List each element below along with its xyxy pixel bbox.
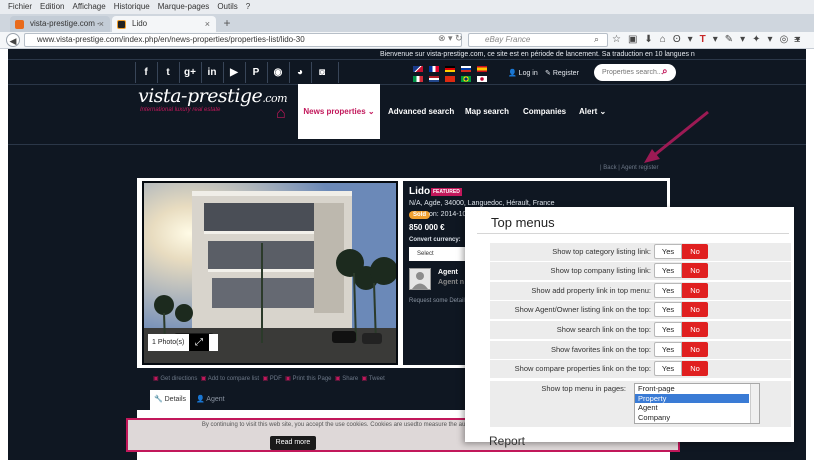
user-icon: 👤 [196,396,205,403]
yes-button[interactable]: Yes [654,302,682,317]
menu-fichier[interactable]: Fichier [8,2,32,11]
browser-nav-bar: ◀ www.vista-prestige.com/index.php/en/ne… [0,32,814,49]
compare-icon: ▣ [200,376,207,382]
request-details-label[interactable]: Request some Detail [409,298,465,304]
setting-row-favorites-link: Show favorites link on the top: Yes No [490,341,791,359]
setting-label: Show top company listing link: [550,266,651,275]
listing-actions: ▣ Get directions ▣ Add to compare list ▣… [153,375,385,382]
top-menus-settings-panel: Top menus Show top category listing link… [465,207,794,448]
tweet-link[interactable]: Tweet [369,376,385,382]
site-favicon-icon [117,20,126,29]
read-more-button[interactable]: Read more [270,436,316,450]
setting-label: Show compare properties link on the top: [514,364,651,373]
get-directions-link[interactable]: Get directions [160,376,197,382]
scrollbar[interactable] [750,384,759,423]
print-link[interactable]: Print this Page [292,376,331,382]
wrench-icon: 🔧 [153,396,163,403]
close-icon[interactable]: × [205,16,210,32]
status-badge: Sold [409,211,430,219]
browser-search-input[interactable]: eBay France [468,33,608,47]
setting-row-compare-link: Show compare properties link on the top:… [490,360,791,378]
yes-button[interactable]: Yes [654,283,682,298]
directions-icon: ▣ [153,376,159,382]
new-tab-button[interactable]: + [220,14,234,32]
setting-label: Show add property link in top menu: [531,286,651,295]
convert-currency-label: Convert currency: [409,237,461,243]
setting-label: Show top category listing link: [552,247,651,256]
pdf-link[interactable]: PDF [270,376,282,382]
user-silhouette-icon [410,269,430,289]
share-icon: ▣ [334,376,341,382]
menu-affichage[interactable]: Affichage [72,2,105,11]
expand-icon[interactable]: ⤢ [189,334,209,351]
pdf-icon: ▣ [262,376,269,382]
hamburger-menu-icon[interactable]: ≡ [794,34,800,46]
property-address: N/A, Agde, 34000, Languedoc, Hérault, Fr… [409,200,555,207]
setting-row-search-link: Show search link on the top: Yes No [490,321,791,339]
toolbar-icons[interactable]: ☆▣⬇⌂ʘ▾T▾✎▾✦▾◎▾ [612,34,807,45]
firefox-icon [15,20,24,29]
url-bar[interactable]: www.vista-prestige.com/index.php/en/news… [24,33,462,47]
menu-help[interactable]: ? [246,2,250,11]
setting-row-category-listing: Show top category listing link: Yes No [490,243,791,261]
browser-tab-bar: vista-prestige.com - Admi... × Lido × [0,14,814,44]
setting-label: Show search link on the top: [556,325,651,334]
tab-lido[interactable]: Lido × [112,16,216,32]
no-button[interactable]: No [682,244,708,259]
menu-edition[interactable]: Edition [40,2,64,11]
no-button[interactable]: No [682,302,708,317]
no-button[interactable]: No [682,322,708,337]
option-agent[interactable]: Agent [635,403,759,413]
yes-button[interactable]: Yes [654,322,682,337]
cookie-text: By continuing to visit this web site, yo… [201,422,498,428]
option-company[interactable]: Company [635,413,759,423]
setting-label: Show Agent/Owner listing link on the top… [514,305,651,314]
pages-multiselect[interactable]: Front-page Property Agent Company [634,383,760,424]
setting-row-add-property: Show add property link in top menu: Yes … [490,282,791,300]
yes-button[interactable]: Yes [654,361,682,376]
share-link[interactable]: Share [342,376,358,382]
back-button[interactable]: ◀ [6,33,20,47]
option-property[interactable]: Property [635,393,749,403]
tab-details[interactable]: 🔧 Details [150,390,190,410]
no-button[interactable]: No [682,361,708,376]
photo-frame: 1 Photo(s) ⤢ [142,181,398,365]
setting-label: Show favorites link on the top: [550,345,651,354]
agent-avatar [409,268,431,290]
tweet-icon: ▣ [361,376,368,382]
search-icon[interactable]: ⌕ [594,34,599,45]
yes-button[interactable]: Yes [654,244,682,259]
agent-label: Agent [438,269,458,276]
annotation-arrow [644,110,709,163]
print-icon: ▣ [285,376,291,382]
menu-outils[interactable]: Outils [217,2,237,11]
no-button[interactable]: No [682,283,708,298]
tab-lido-label: Lido [132,19,148,28]
close-icon[interactable]: × [99,16,104,32]
agent-name[interactable]: Agent n [438,279,464,286]
panel-title: Top menus [491,215,555,230]
no-button[interactable]: No [682,342,708,357]
yes-button[interactable]: Yes [654,263,682,278]
setting-row-pages: Show top menu in pages: Front-page Prope… [490,381,791,427]
menu-marque-pages[interactable]: Marque-pages [158,2,210,11]
property-title: Lido [409,186,431,197]
next-section-title: Report [489,434,526,448]
add-compare-link[interactable]: Add to compare list [208,376,259,382]
tab-admin[interactable]: vista-prestige.com - Admi... × [10,16,110,44]
setting-label: Show top menu in pages: [541,384,626,393]
menu-historique[interactable]: Historique [114,2,150,11]
setting-row-company-listing: Show top company listing link: Yes No [490,262,791,280]
featured-badge: FEATURED [431,188,462,196]
yes-button[interactable]: Yes [654,342,682,357]
option-front-page[interactable]: Front-page [635,384,759,394]
browser-menu-bar: Fichier Edition Affichage Historique Marque-… [0,0,814,14]
no-button[interactable]: No [682,263,708,278]
property-price: 850 000 € [409,223,445,232]
setting-row-agent-owner-listing: Show Agent/Owner listing link on the top… [490,301,791,319]
reload-icon[interactable]: ⊗ ▾ ↻ [438,33,463,44]
divider [477,233,789,234]
tab-agent[interactable]: 👤 Agent [196,390,225,410]
